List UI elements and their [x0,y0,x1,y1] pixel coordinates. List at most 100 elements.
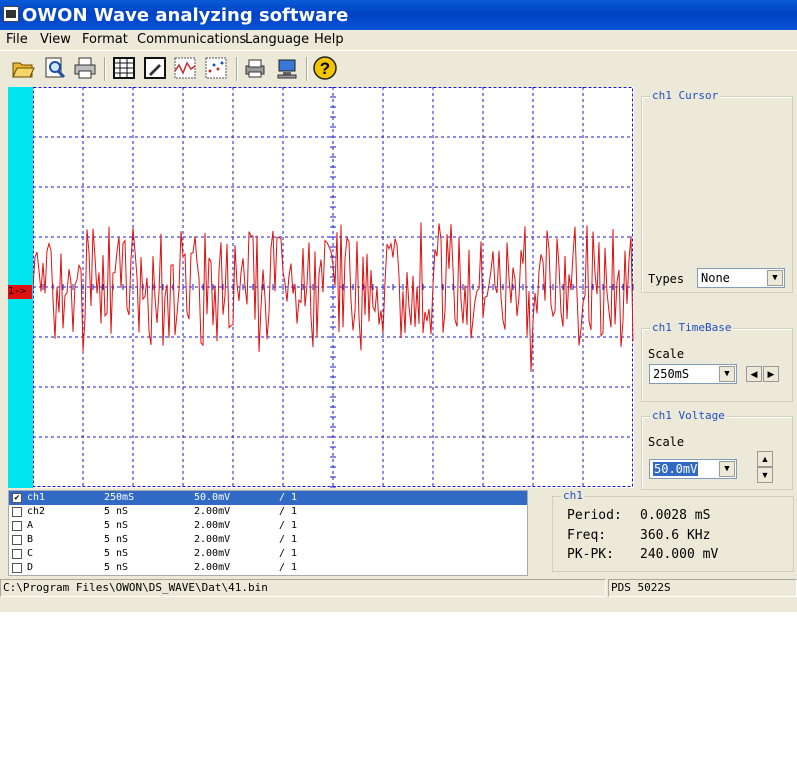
channel-name: ch1 [27,492,46,503]
edit-icon[interactable] [142,55,168,81]
menu-view[interactable]: View [40,32,71,47]
app-icon[interactable] [3,6,19,22]
pkpk-value: 240.000 mV [640,547,719,562]
timebase-group: ch1 TimeBase Scale 250mS ▼ ◀ ▶ [641,321,793,402]
channel-volts: 2.00mV [194,520,231,531]
print-preview-icon[interactable] [42,55,68,81]
channel-volts: 2.00mV [194,506,231,517]
voltage-group: ch1 Voltage Scale 50.0mV ▼ ▲ ▼ [641,409,793,490]
channel-probe: / 1 [279,548,298,559]
channel-row[interactable]: ✔ ch1 250mS 50.0mV / 1 [9,491,527,505]
voltage-scale-label: Scale [648,435,685,449]
channel-probe: / 1 [279,506,298,517]
channel-checkbox[interactable] [12,563,22,573]
printer-setup-icon[interactable] [242,55,268,81]
channel-checkbox[interactable] [12,549,22,559]
help-glyph: ? [320,59,330,78]
channel-probe: / 1 [279,492,298,503]
voltage-down-button[interactable]: ▼ [757,467,773,483]
menu-help[interactable]: Help [314,32,344,47]
window-title: OWON Wave analyzing software [22,5,349,26]
connect-icon[interactable] [274,55,300,81]
channel-timebase: 5 nS [104,506,129,517]
toolbar-separator [306,57,308,81]
measurement-title: ch1 [561,489,585,502]
timebase-scale-label: Scale [648,347,685,361]
channel-probe: / 1 [279,520,298,531]
channel-timebase: 250mS [104,492,135,503]
voltage-group-title: ch1 Voltage [650,409,727,422]
measurement-panel: ch1 Period: 0.0028 mS Freq: 360.6 KHz PK… [552,489,794,572]
channel-checkbox[interactable] [12,535,22,545]
menu-file[interactable]: File [6,32,28,47]
control-panel: ch1 Cursor Types None ▼ ch1 TimeBase Sca… [636,86,797,490]
timebase-scale-value: 250mS [653,367,690,381]
app-window: OWON Wave analyzing software File View F… [0,0,797,612]
table-icon[interactable] [111,55,137,81]
status-file-path: C:\Program Files\OWON\DS_WAVE\Dat\41.bin [0,579,606,597]
grid [32,86,634,488]
ch1-level-marker[interactable]: 1-> [8,285,32,299]
freq-value: 360.6 KHz [640,528,711,543]
channel-volts: 50.0mV [194,492,231,503]
waveform-display[interactable] [8,86,634,488]
timebase-increase-button[interactable]: ▶ [763,366,779,382]
menu-format[interactable]: Format [82,32,128,47]
channel-probe: / 1 [279,534,298,545]
channel-row[interactable]: ch2 5 nS 2.00mV / 1 [9,505,527,519]
timebase-scale-select[interactable]: 250mS ▼ [649,364,737,384]
status-device-model: PDS 5022S [608,579,797,597]
types-label: Types [648,272,685,286]
waveform-plot[interactable] [8,86,634,488]
channel-volts: 2.00mV [194,534,231,545]
toolbar-separator [104,57,106,81]
help-icon[interactable]: ? [312,55,338,81]
pkpk-label: PK-PK: [567,547,614,562]
channel-checkbox[interactable] [12,521,22,531]
waveform-icon[interactable] [172,55,198,81]
channel-row[interactable]: C 5 nS 2.00mV / 1 [9,547,527,561]
channel-timebase: 5 nS [104,562,129,573]
title-bar: OWON Wave analyzing software [0,0,797,30]
menu-language[interactable]: Language [245,32,309,47]
channel-name: ch2 [27,506,46,517]
types-select[interactable]: None ▼ [697,268,785,288]
cursor-group-title: ch1 Cursor [650,89,721,102]
types-select-value: None [701,271,730,285]
chevron-down-icon[interactable]: ▼ [767,270,783,286]
channel-row[interactable]: B 5 nS 2.00mV / 1 [9,533,527,547]
channel-list[interactable]: ✔ ch1 250mS 50.0mV / 1 ch2 5 nS 2.00mV / 1 A 5 nS 2… [8,490,528,576]
voltage-scale-select[interactable]: 50.0mV ▼ [649,459,737,479]
menu-communications[interactable]: Communications [137,32,246,47]
menu-bar: File View Format Communications Language… [0,30,797,50]
cursor-group: ch1 Cursor Types None ▼ [641,89,793,293]
channel-name: A [27,520,34,531]
channel-timebase: 5 nS [104,548,129,559]
channel-timebase: 5 nS [104,534,129,545]
channel-probe: / 1 [279,562,298,573]
channel-name: B [27,534,34,545]
channel-volts: 2.00mV [194,562,231,573]
open-icon[interactable] [10,55,36,81]
channel-name: D [27,562,34,573]
voltage-scale-value: 50.0mV [653,462,699,476]
timebase-group-title: ch1 TimeBase [650,321,734,334]
freq-label: Freq: [567,528,607,543]
channel-row[interactable]: A 5 nS 2.00mV / 1 [9,519,527,533]
status-bar: C:\Program Files\OWON\DS_WAVE\Dat\41.bin… [0,578,797,598]
toolbar: ? [0,50,797,85]
timebase-decrease-button[interactable]: ◀ [746,366,762,382]
chevron-down-icon[interactable]: ▼ [719,461,735,477]
channel-timebase: 5 nS [104,520,129,531]
channel-row[interactable]: D 5 nS 2.00mV / 1 [9,561,527,575]
points-icon[interactable] [203,55,229,81]
channel-volts: 2.00mV [194,548,231,559]
voltage-up-button[interactable]: ▲ [757,451,773,467]
channel-checkbox[interactable]: ✔ [12,493,22,503]
period-label: Period: [567,508,622,523]
channel-checkbox[interactable] [12,507,22,517]
print-icon[interactable] [72,55,98,81]
chevron-down-icon[interactable]: ▼ [719,366,735,382]
period-value: 0.0028 mS [640,508,711,523]
channel-name: C [27,548,34,559]
